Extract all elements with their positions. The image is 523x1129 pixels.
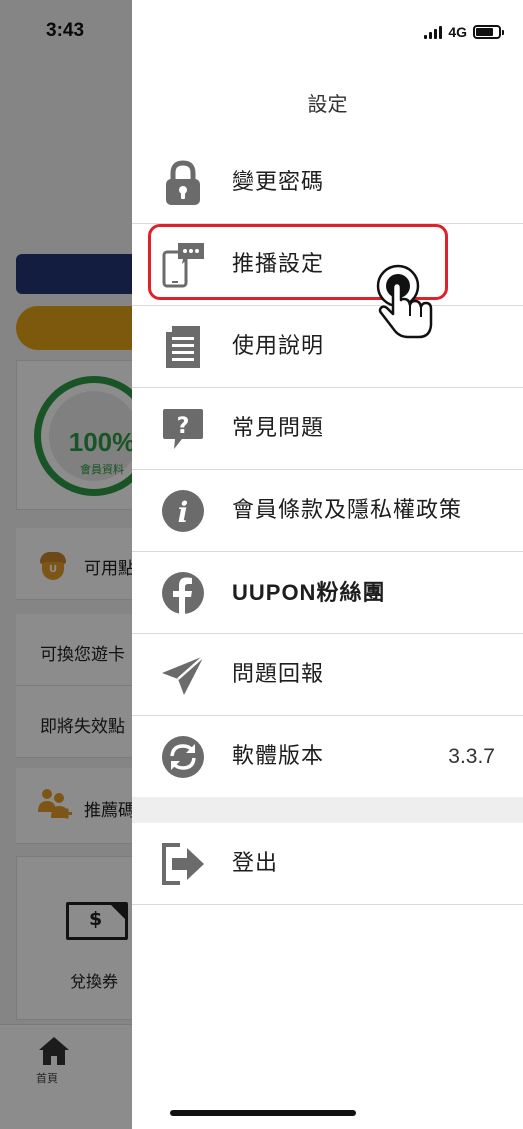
menu-item-label: UUPON粉絲團 [232,580,386,605]
menu-item-label: 會員條款及隱私權政策 [232,498,463,523]
svg-text:?: ? [177,414,190,439]
settings-drawer: 4G 設定 變更密碼 推播設定 使用說明 ? 常見問題 i 會員條款及隱私權政策… [132,0,523,1129]
network-type: 4G [448,24,467,40]
menu-item-label: 常見問題 [232,416,325,441]
signal-icon [424,25,443,39]
info-icon: i [162,490,204,532]
menu-item-terms-privacy[interactable]: i 會員條款及隱私權政策 [132,470,523,552]
section-divider [132,797,523,823]
menu-item-label: 問題回報 [232,662,325,687]
document-icon [166,326,200,368]
menu-item-label: 變更密碼 [232,170,325,195]
tap-hand-icon [376,264,433,339]
menu-item-faq[interactable]: ? 常見問題 [132,388,523,470]
menu-item-label: 登出 [232,851,279,876]
menu-item-version[interactable]: 軟體版本 3.3.7 [132,716,523,798]
sync-icon [162,736,204,778]
menu-item-feedback[interactable]: 問題回報 [132,634,523,716]
question-bubble-icon: ? [163,409,203,449]
drawer-title: 設定 [307,92,348,116]
svg-text:i: i [178,496,189,529]
menu-item-label: 軟體版本 [232,744,325,769]
home-indicator [170,1110,356,1116]
menu-item-change-password[interactable]: 變更密碼 [132,142,523,224]
lock-icon [166,160,200,205]
version-value: 3.3.7 [448,745,495,768]
menu-item-user-guide[interactable]: 使用說明 [132,306,523,388]
facebook-icon [162,572,204,614]
logout-icon [162,843,204,885]
battery-icon [473,25,504,39]
menu-item-logout[interactable]: 登出 [132,823,523,905]
status-indicators: 4G [424,22,504,42]
menu-item-fan-page[interactable]: UUPON粉絲團 [132,552,523,634]
menu-item-label: 使用說明 [232,334,325,359]
paper-plane-icon [162,655,205,695]
